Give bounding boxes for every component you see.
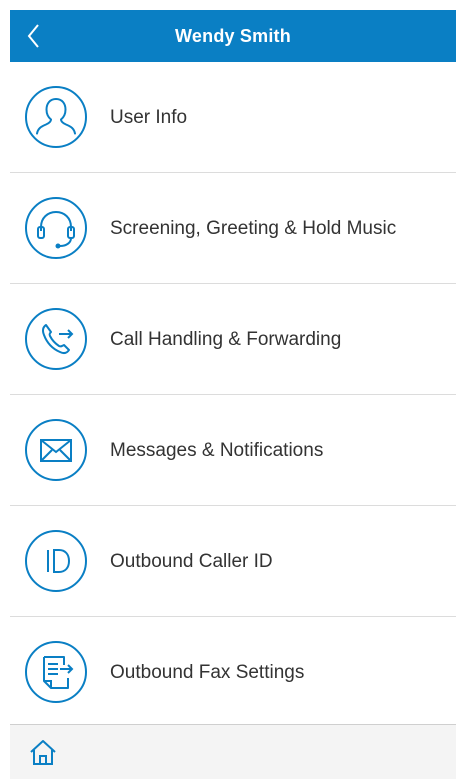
settings-screen: Wendy Smith User Info Screening, Greetin… — [0, 0, 456, 779]
menu-item-screening[interactable]: Screening, Greeting & Hold Music — [10, 173, 456, 284]
menu-item-label: Outbound Fax Settings — [110, 661, 305, 683]
menu-item-fax-settings[interactable]: Outbound Fax Settings — [10, 617, 456, 728]
menu-item-caller-id[interactable]: Outbound Caller ID — [10, 506, 456, 617]
footer-bar — [10, 724, 456, 779]
menu-item-label: Outbound Caller ID — [110, 550, 273, 572]
fax-icon — [25, 641, 87, 703]
menu-item-messages[interactable]: Messages & Notifications — [10, 395, 456, 506]
caller-id-icon — [25, 530, 87, 592]
menu-item-label: Messages & Notifications — [110, 439, 324, 461]
back-button[interactable] — [18, 20, 50, 52]
menu-item-call-handling[interactable]: Call Handling & Forwarding — [10, 284, 456, 395]
chevron-left-icon — [27, 24, 39, 48]
menu-item-label: Screening, Greeting & Hold Music — [110, 217, 397, 239]
page-title: Wendy Smith — [175, 25, 291, 46]
settings-menu: User Info Screening, Greeting & Hold Mus… — [10, 62, 456, 728]
user-icon — [25, 86, 87, 148]
phone-forward-icon — [25, 308, 87, 370]
headset-icon — [25, 197, 87, 259]
menu-item-label: Call Handling & Forwarding — [110, 328, 342, 350]
header-bar: Wendy Smith — [10, 10, 456, 62]
menu-item-user-info[interactable]: User Info — [10, 62, 456, 173]
home-icon[interactable] — [28, 737, 58, 767]
envelope-icon — [25, 419, 87, 481]
menu-item-label: User Info — [110, 106, 188, 128]
